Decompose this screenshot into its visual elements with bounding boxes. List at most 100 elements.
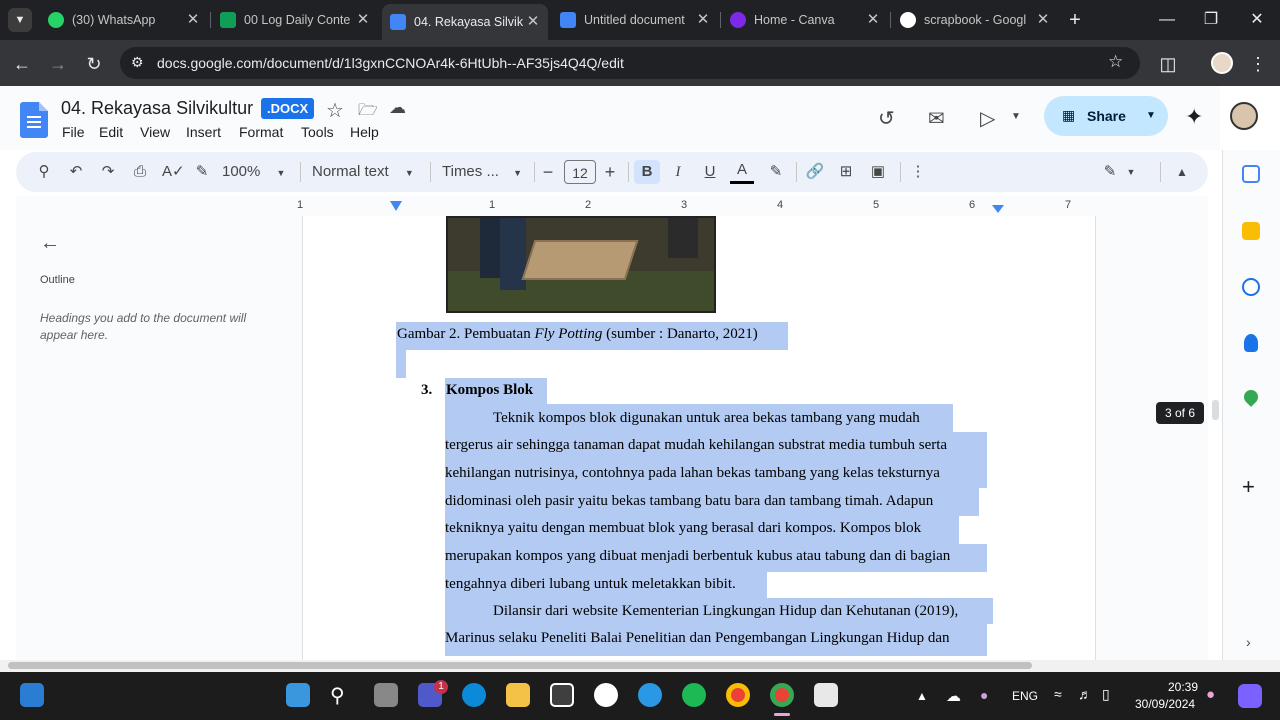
horizontal-ruler[interactable]: 1 1 2 3 4 5 6 7 bbox=[16, 196, 1208, 216]
bookmark-star-icon[interactable]: ☆ bbox=[1108, 52, 1123, 72]
insert-link-icon[interactable]: 🔗 bbox=[804, 160, 826, 184]
forward-arrow-icon[interactable]: → bbox=[46, 52, 70, 76]
copilot-icon[interactable] bbox=[1238, 684, 1262, 708]
meet-video-icon[interactable]: ▷ bbox=[980, 106, 995, 131]
docs-home-icon[interactable] bbox=[20, 102, 48, 138]
microphone-icon[interactable]: ● bbox=[980, 687, 988, 703]
menu-format[interactable]: Format bbox=[239, 124, 283, 140]
tab-whatsapp[interactable]: (30) WhatsApp ✕ bbox=[40, 6, 208, 34]
share-dropdown-icon[interactable]: ▼ bbox=[1146, 110, 1156, 121]
minimize-button[interactable]: — bbox=[1152, 8, 1182, 32]
cloud-status-icon[interactable]: ☁ bbox=[389, 98, 406, 118]
account-avatar[interactable] bbox=[1230, 102, 1258, 130]
hide-menus-chevron-up-icon[interactable]: ▲ bbox=[1172, 160, 1192, 184]
battery-icon[interactable]: ▯ bbox=[1102, 686, 1110, 703]
close-icon[interactable]: ✕ bbox=[524, 13, 542, 31]
chrome-profile-icon[interactable] bbox=[770, 683, 794, 707]
github-icon[interactable] bbox=[594, 683, 618, 707]
onedrive-cloud-icon[interactable]: ☁ bbox=[946, 687, 961, 705]
store-icon[interactable] bbox=[550, 683, 574, 707]
new-tab-button[interactable]: + bbox=[1060, 8, 1090, 32]
print-icon[interactable]: ⎙ bbox=[130, 160, 150, 184]
comments-icon[interactable]: ✉ bbox=[928, 106, 945, 131]
tab-canva[interactable]: Home - Canva ✕ bbox=[722, 6, 888, 34]
menu-view[interactable]: View bbox=[140, 124, 170, 140]
paint-format-icon[interactable]: ✎ bbox=[192, 160, 212, 184]
menu-insert[interactable]: Insert bbox=[186, 124, 221, 140]
vertical-scroll-thumb[interactable] bbox=[1212, 400, 1219, 420]
menu-edit[interactable]: Edit bbox=[99, 124, 123, 140]
contacts-icon[interactable] bbox=[1244, 334, 1258, 352]
help-icon[interactable] bbox=[638, 683, 662, 707]
profile-avatar[interactable] bbox=[1211, 52, 1233, 74]
gemini-sparkle-icon[interactable]: ✦ bbox=[1185, 104, 1203, 130]
highlight-color-icon[interactable]: ✎ bbox=[766, 160, 786, 184]
clock-date[interactable]: 30/09/2024 bbox=[1135, 697, 1195, 711]
reload-icon[interactable]: ↻ bbox=[82, 52, 106, 76]
star-icon[interactable]: ☆ bbox=[326, 98, 344, 123]
version-history-icon[interactable]: ↺ bbox=[878, 106, 895, 131]
back-arrow-icon[interactable]: ← bbox=[10, 52, 34, 76]
add-addon-icon[interactable]: + bbox=[1242, 474, 1255, 500]
insert-image-icon[interactable]: ▣ bbox=[868, 160, 888, 184]
close-outline-arrow-icon[interactable]: ← bbox=[40, 232, 60, 255]
volume-icon[interactable]: ♬ bbox=[1078, 686, 1092, 702]
tab-search-button[interactable]: ▼ bbox=[8, 8, 32, 32]
close-icon[interactable]: ✕ bbox=[354, 11, 372, 29]
maximize-button[interactable]: ❐ bbox=[1196, 8, 1226, 32]
bold-button[interactable]: B bbox=[634, 160, 660, 184]
search-menus-icon[interactable]: ⚲ bbox=[34, 160, 54, 184]
tab-sheets[interactable]: 00 Log Daily Conte ✕ bbox=[212, 6, 378, 34]
notification-bell-icon[interactable]: ● bbox=[1206, 686, 1215, 703]
calendar-icon[interactable] bbox=[1242, 165, 1260, 183]
zoom-select[interactable]: 100% ▼ bbox=[222, 160, 292, 184]
expand-panel-chevron-icon[interactable]: › bbox=[1246, 634, 1251, 650]
file-explorer-icon[interactable] bbox=[506, 683, 530, 707]
document-title[interactable]: 04. Rekayasa Silvikultur bbox=[61, 98, 253, 119]
menu-file[interactable]: File bbox=[62, 124, 85, 140]
editing-mode-icon[interactable]: ✎ bbox=[1100, 160, 1120, 184]
spellcheck-icon[interactable]: A✓ bbox=[162, 160, 185, 184]
task-view-icon[interactable] bbox=[374, 683, 398, 707]
tab-rekayasa-silvikultur[interactable]: 04. Rekayasa Silvik ✕ bbox=[382, 4, 548, 40]
tab-scrapbook[interactable]: scrapbook - Googl ✕ bbox=[892, 6, 1058, 34]
right-indent-marker-icon[interactable] bbox=[992, 205, 1004, 213]
move-folder-icon[interactable]: 🗁 bbox=[358, 99, 378, 126]
increase-font-size-button[interactable]: + bbox=[602, 160, 618, 184]
redo-icon[interactable]: ↷ bbox=[98, 160, 118, 184]
text-color-button[interactable]: A bbox=[730, 160, 754, 184]
add-comment-icon[interactable]: ⊞ bbox=[836, 160, 856, 184]
extensions-icon[interactable]: ◫ bbox=[1156, 52, 1180, 76]
more-options-icon[interactable]: ⋮ bbox=[908, 160, 928, 184]
widgets-icon[interactable] bbox=[20, 683, 44, 707]
chevron-down-icon[interactable]: ▼ bbox=[1124, 160, 1138, 184]
wifi-icon[interactable]: ≈ bbox=[1054, 686, 1062, 702]
font-family-select[interactable]: Times ... ▼ bbox=[442, 160, 524, 184]
snipping-tool-icon[interactable] bbox=[814, 683, 838, 707]
chevron-down-icon[interactable]: ▼ bbox=[1011, 111, 1021, 122]
underline-button[interactable]: U bbox=[700, 160, 720, 184]
language-indicator[interactable]: ENG bbox=[1012, 689, 1038, 703]
show-hidden-icons-chevron-up[interactable]: ▲ bbox=[916, 689, 928, 703]
menu-help[interactable]: Help bbox=[350, 124, 379, 140]
close-icon[interactable]: ✕ bbox=[184, 11, 202, 29]
chrome-icon[interactable] bbox=[726, 683, 750, 707]
decrease-font-size-button[interactable]: − bbox=[540, 160, 556, 184]
undo-icon[interactable]: ↶ bbox=[66, 160, 86, 184]
tab-untitled-document[interactable]: Untitled document ✕ bbox=[552, 6, 718, 34]
close-icon[interactable]: ✕ bbox=[1034, 11, 1052, 29]
paragraph-style-select[interactable]: Normal text ▼ bbox=[312, 160, 416, 184]
site-settings-icon[interactable]: ⚙ bbox=[131, 54, 144, 71]
close-window-button[interactable]: ✕ bbox=[1242, 8, 1272, 32]
left-indent-marker-icon[interactable] bbox=[390, 201, 402, 211]
keep-icon[interactable] bbox=[1242, 222, 1260, 240]
fly-potting-photo[interactable] bbox=[446, 216, 716, 313]
share-button[interactable]: ▦ Share ▼ bbox=[1044, 96, 1168, 136]
close-icon[interactable]: ✕ bbox=[694, 11, 712, 29]
clock-time[interactable]: 20:39 bbox=[1168, 680, 1198, 694]
close-icon[interactable]: ✕ bbox=[864, 11, 882, 29]
edge-icon[interactable] bbox=[462, 683, 486, 707]
tasks-icon[interactable] bbox=[1242, 278, 1260, 296]
address-bar[interactable]: ⚙ docs.google.com/document/d/1l3gxnCCNOA… bbox=[120, 47, 1140, 79]
more-menu-icon[interactable]: ⋮ bbox=[1246, 52, 1270, 76]
